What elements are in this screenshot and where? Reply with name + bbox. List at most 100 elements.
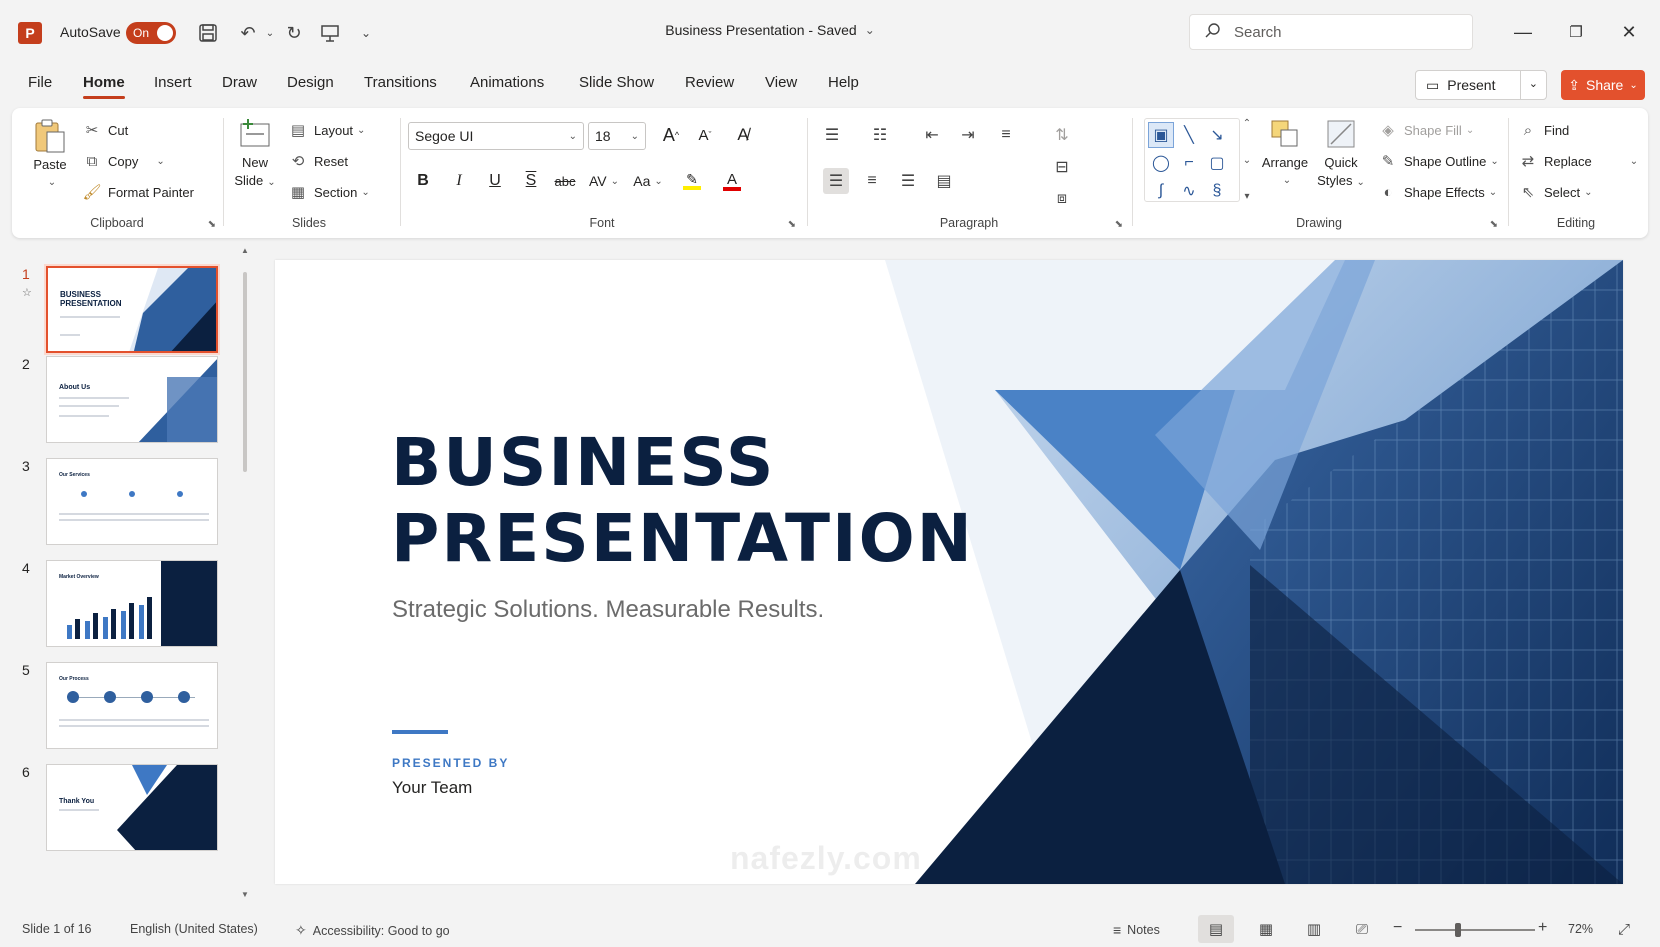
- italic-button[interactable]: I: [444, 168, 474, 194]
- arrow-shape-icon[interactable]: ↘: [1204, 122, 1230, 148]
- slide-thumbnail-1[interactable]: BUSINESS PRESENTATION: [44, 264, 220, 355]
- align-right-icon[interactable]: ☰: [895, 168, 921, 194]
- accessibility-status[interactable]: ✧ Accessibility: Good to go: [295, 922, 450, 939]
- reading-view-icon[interactable]: ▥: [1296, 915, 1332, 943]
- undo-dropdown-icon[interactable]: ⌄: [258, 21, 282, 45]
- increase-indent-icon[interactable]: ⇥: [955, 122, 981, 148]
- shape-outline-button[interactable]: ✎ Shape Outline ⌄: [1378, 151, 1499, 171]
- font-size-select[interactable]: 18 ⌄: [588, 122, 646, 150]
- scribble-shape-icon[interactable]: §: [1204, 178, 1230, 204]
- normal-view-icon[interactable]: ▤: [1198, 915, 1234, 943]
- align-text-icon[interactable]: ⊟: [1049, 154, 1075, 180]
- shape-fill-button[interactable]: ◈ Shape Fill ⌄: [1378, 120, 1474, 140]
- arrange-button[interactable]: Arrange ⌄: [1258, 116, 1312, 190]
- notes-button[interactable]: ≡ Notes: [1113, 922, 1160, 938]
- autosave-toggle[interactable]: On: [126, 22, 176, 44]
- tab-draw[interactable]: Draw: [222, 74, 257, 91]
- save-icon[interactable]: [196, 21, 220, 45]
- tab-home[interactable]: Home: [83, 74, 125, 99]
- align-center-icon[interactable]: ≡: [859, 168, 885, 194]
- numbering-icon[interactable]: ☷: [867, 122, 893, 148]
- quick-styles-button[interactable]: Quick Styles ⌄: [1314, 116, 1368, 192]
- minimize-icon[interactable]: —: [1503, 18, 1543, 46]
- present-button[interactable]: ▭ Present ⌄: [1415, 70, 1547, 100]
- tab-insert[interactable]: Insert: [154, 74, 192, 91]
- zoom-slider[interactable]: [1415, 923, 1535, 937]
- tab-slide-show[interactable]: Slide Show: [579, 74, 654, 91]
- find-button[interactable]: ⌕ Find: [1518, 120, 1570, 140]
- align-left-icon[interactable]: ☰: [823, 168, 849, 194]
- restore-icon[interactable]: ❐: [1556, 18, 1596, 46]
- scroll-up-icon[interactable]: ▲: [241, 246, 249, 255]
- slide-count[interactable]: Slide 1 of 16: [22, 922, 92, 936]
- tab-animations[interactable]: Animations: [470, 74, 544, 91]
- tab-help[interactable]: Help: [828, 74, 859, 91]
- highlight-color-button[interactable]: ✎: [672, 168, 712, 194]
- replace-button[interactable]: ⇄ Replace ⌄: [1518, 151, 1638, 171]
- share-button[interactable]: ⇪ Share ⌄: [1561, 70, 1645, 100]
- slide-canvas[interactable]: BUSINESS PRESENTATION Strategic Solution…: [275, 260, 1623, 884]
- textbox-shape-icon[interactable]: ▣: [1148, 122, 1174, 148]
- dialog-launcher-icon[interactable]: ⬊: [1115, 219, 1123, 230]
- freeform-shape-icon[interactable]: ∿: [1176, 178, 1202, 204]
- paste-button[interactable]: Paste ⌄: [28, 118, 72, 192]
- grow-font-button[interactable]: A ^: [656, 122, 686, 148]
- chevron-up-icon[interactable]: ⌃: [1243, 118, 1251, 129]
- chevron-down-icon[interactable]: ⌄: [1630, 156, 1638, 167]
- tab-review[interactable]: Review: [685, 74, 734, 91]
- reset-button[interactable]: ⟲ Reset: [288, 151, 348, 171]
- line-spacing-icon[interactable]: ≡: [993, 122, 1019, 148]
- presented-by-label[interactable]: PRESENTED BY: [392, 756, 509, 770]
- justify-icon[interactable]: ▤: [931, 168, 957, 194]
- redo-icon[interactable]: ↻: [282, 21, 306, 45]
- font-family-select[interactable]: Segoe UI ⌄: [408, 122, 584, 150]
- bullets-icon[interactable]: ☰: [819, 122, 845, 148]
- strikethrough-button[interactable]: abc: [550, 168, 580, 194]
- scroll-down-icon[interactable]: ▼: [241, 890, 249, 899]
- layout-button[interactable]: ▤ Layout ⌄: [288, 120, 366, 140]
- text-direction-icon[interactable]: ⇅: [1049, 122, 1075, 148]
- chevron-down-icon[interactable]: ⌄: [1243, 155, 1251, 166]
- language-indicator[interactable]: English (United States): [130, 922, 258, 936]
- underline-button[interactable]: U: [480, 168, 510, 194]
- tab-view[interactable]: View: [765, 74, 797, 91]
- slide-thumbnail-2[interactable]: About Us: [46, 356, 218, 443]
- copy-button[interactable]: ⧉ Copy ⌄: [82, 151, 165, 171]
- connector-shape-icon[interactable]: ⌐: [1176, 150, 1202, 176]
- shapes-gallery[interactable]: ▣ ╲ ↘ ◯ ⌐ ▢ ∫ ∿ §: [1144, 118, 1240, 202]
- undo-icon[interactable]: ↶: [236, 21, 260, 45]
- more-icon[interactable]: ▾: [1244, 191, 1249, 202]
- tab-transitions[interactable]: Transitions: [364, 74, 437, 91]
- slide-title[interactable]: BUSINESS PRESENTATION: [391, 425, 974, 577]
- select-button[interactable]: ⇖ Select ⌄: [1518, 182, 1593, 202]
- oval-shape-icon[interactable]: ◯: [1148, 150, 1174, 176]
- curve-shape-icon[interactable]: ∫: [1148, 178, 1174, 204]
- chevron-down-icon[interactable]: ⌄: [156, 156, 164, 167]
- slide-thumbnail-3[interactable]: Our Services: [46, 458, 218, 545]
- chevron-down-icon[interactable]: ⌄: [1529, 77, 1538, 90]
- search-input[interactable]: Search: [1189, 14, 1473, 50]
- slide-sorter-icon[interactable]: ▦: [1248, 915, 1284, 943]
- tab-design[interactable]: Design: [287, 74, 334, 91]
- slide-thumbnail-6[interactable]: Thank You: [46, 764, 218, 851]
- font-color-button[interactable]: A: [712, 168, 752, 194]
- new-slide-button[interactable]: New Slide ⌄: [232, 116, 278, 192]
- slide-show-icon[interactable]: ⎚: [1344, 915, 1380, 943]
- zoom-out-button[interactable]: −: [1393, 919, 1402, 937]
- character-spacing-button[interactable]: AV ⌄: [584, 168, 624, 194]
- dialog-launcher-icon[interactable]: ⬊: [1490, 219, 1498, 230]
- clear-formatting-icon[interactable]: A̸: [728, 122, 758, 148]
- document-title[interactable]: Business Presentation - Saved ⌄: [560, 22, 980, 38]
- scrollbar-thumb[interactable]: [243, 272, 247, 472]
- customize-qat-icon[interactable]: ⌄: [354, 21, 378, 45]
- format-painter-button[interactable]: 🖌 Format Painter: [82, 182, 194, 202]
- thumbnail-scrollbar[interactable]: ▲ ▼: [241, 246, 249, 900]
- dialog-launcher-icon[interactable]: ⬊: [208, 219, 216, 230]
- callout-shape-icon[interactable]: ▢: [1204, 150, 1230, 176]
- shrink-font-button[interactable]: Aˇ: [690, 122, 720, 148]
- decrease-indent-icon[interactable]: ⇤: [919, 122, 945, 148]
- shadow-button[interactable]: S: [516, 168, 546, 194]
- zoom-slider-handle[interactable]: [1455, 923, 1461, 937]
- bold-button[interactable]: B: [408, 168, 438, 194]
- fit-to-window-icon[interactable]: ⤢: [1606, 915, 1642, 943]
